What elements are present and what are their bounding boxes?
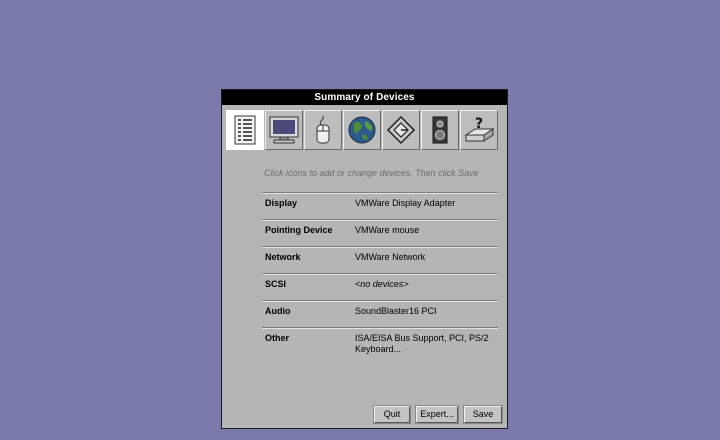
audio-speaker-icon [432,116,448,144]
device-row-other: Other ISA/EISA Bus Support, PCI, PS/2 Ke… [262,327,498,354]
device-row-audio: Audio SoundBlaster16 PCI [262,300,498,327]
instruction-hint: Click icons to add or change devices. Th… [264,168,479,178]
device-value: VMWare mouse [355,225,420,235]
save-button[interactable]: Save [464,406,502,423]
network-tool-button[interactable] [343,110,381,150]
scsi-tool-button[interactable] [382,110,420,150]
device-label: SCSI [265,279,287,289]
device-row-pointing: Pointing Device VMWare mouse [262,219,498,246]
window-title[interactable]: Summary of Devices [222,90,507,105]
pointing-device-tool-button[interactable] [304,110,342,150]
device-value: SoundBlaster16 PCI [355,306,437,316]
mouse-icon [316,115,330,144]
device-value: VMWare Display Adapter [355,198,456,208]
summary-tool-button[interactable] [226,110,264,150]
device-value: <no devices> [355,279,409,289]
other-device-question-icon: ? [464,116,495,142]
network-globe-icon [348,116,376,144]
display-monitor-icon [269,116,299,144]
scsi-diamond-icon [386,115,416,145]
audio-tool-button[interactable] [421,110,459,150]
device-row-network: Network VMWare Network [262,246,498,273]
other-tool-button[interactable]: ? [460,110,498,150]
device-label: Display [265,198,298,208]
device-label: Pointing Device [265,225,333,235]
device-label: Other [265,333,290,343]
summary-of-devices-window: Summary of Devices ? Click icons to add … [221,89,508,429]
device-row-display: Display VMWare Display Adapter [262,192,498,219]
device-label: Network [265,252,301,262]
device-toolbar: ? [226,110,499,150]
device-row-scsi: SCSI <no devices> [262,273,498,300]
svg-text:?: ? [475,116,483,132]
device-summary-list: Display VMWare Display Adapter Pointing … [262,192,498,354]
device-value: VMWare Network [355,252,426,262]
device-label: Audio [265,306,291,316]
device-value: ISA/EISA Bus Support, PCI, PS/2 Keyboard… [355,333,489,354]
display-tool-button[interactable] [265,110,303,150]
summary-list-icon [234,115,256,145]
quit-button[interactable]: Quit [374,406,410,423]
dialog-buttons: Quit Expert... Save [374,406,508,423]
expert-button[interactable]: Expert... [416,406,458,423]
